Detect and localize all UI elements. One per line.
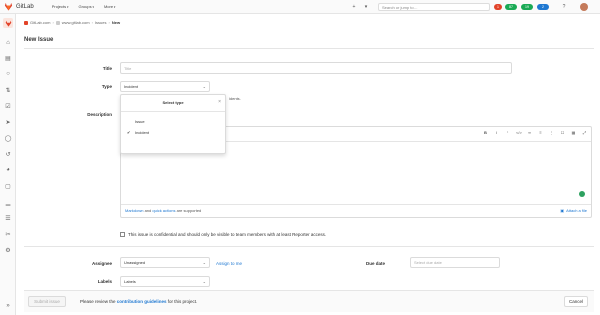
contribution-note: Please review the contribution guideline…	[80, 299, 198, 304]
table-icon[interactable]: ▦	[571, 130, 576, 135]
description-label: Description	[87, 112, 112, 117]
assignee-select[interactable]: Unassigned ⌄	[120, 257, 210, 268]
broadcast-badge[interactable]: 1	[494, 4, 502, 10]
project-sidebar: ⌂ ▤ ○ ⇅ ☑ ➤ ◯ ↺ ◕ ▢ ▁ ☰ ✂ ⚙ »	[0, 14, 16, 315]
assign-to-me-link[interactable]: Assign to me	[216, 261, 242, 266]
attach-file-button[interactable]: ▣ Attach a file	[560, 208, 587, 213]
markdown-link[interactable]: Markdown	[125, 208, 143, 213]
search-placeholder: Search or jump to…	[382, 4, 418, 10]
breadcrumb-item-issues[interactable]: Issues	[95, 20, 107, 25]
assignee-label: Assignee	[91, 261, 112, 266]
type-hint-text: idents.	[229, 96, 241, 101]
title-label: Title	[102, 66, 112, 71]
cancel-button[interactable]: Cancel	[564, 296, 588, 307]
contribution-guidelines-link[interactable]: contribution guidelines	[117, 299, 167, 304]
rocket-icon[interactable]: ➤	[4, 118, 12, 126]
breadcrumb-item-project[interactable]: www.gitlab.com	[62, 20, 90, 25]
gitlab-logo-icon	[4, 2, 13, 11]
user-avatar[interactable]	[580, 3, 588, 11]
confidential-label: This issue is confidential and should on…	[128, 232, 327, 237]
close-icon[interactable]: ×	[218, 99, 221, 105]
chevron-down-icon: ⌄	[202, 279, 206, 284]
editor-toolbar: B I “ </> ∞ ≡ ⋮ ☐ ▦ ⤢	[483, 130, 587, 135]
breadcrumb: GitLab.com › www.gitlab.com › Issues › N…	[24, 20, 120, 25]
check-icon: ✔	[127, 130, 131, 135]
repository-icon[interactable]: ▤	[4, 54, 12, 62]
paperclip-icon: ▣	[560, 208, 565, 213]
dropdown-title: Select type	[162, 100, 184, 105]
emoji-icon[interactable]	[579, 191, 585, 197]
todos-badge[interactable]: 2	[537, 4, 549, 10]
monitor-icon[interactable]: ◕	[4, 166, 12, 174]
dropdown-option-issue[interactable]: Issue	[135, 119, 145, 124]
markdown-note: Markdown and quick actions are supported	[125, 208, 202, 213]
labels-label: Labels	[97, 279, 112, 284]
title-input[interactable]: Title	[120, 62, 512, 74]
analytics-icon[interactable]: ▁	[4, 198, 12, 206]
snippets-icon[interactable]: ✂	[4, 230, 12, 238]
fullscreen-icon[interactable]: ⤢	[582, 130, 587, 135]
type-label: Type	[101, 84, 112, 89]
top-navbar: GitLab Projects Groups More + ▾ Search o…	[0, 0, 600, 14]
requirements-icon[interactable]: ☑	[4, 102, 12, 110]
collapse-sidebar-icon[interactable]: »	[4, 302, 12, 310]
type-select[interactable]: Incident ⌄	[120, 81, 210, 92]
merge-request-icon[interactable]: ⇅	[4, 86, 12, 94]
nav-groups[interactable]: Groups	[78, 4, 93, 9]
main-content: GitLab.com › www.gitlab.com › Issues › N…	[16, 14, 600, 315]
breadcrumb-item-gitlab[interactable]: GitLab.com	[30, 20, 50, 25]
chevron-down-icon: ⌄	[202, 84, 206, 89]
numbered-list-icon[interactable]: ⋮	[549, 130, 554, 135]
deployments-icon[interactable]: ↺	[4, 150, 12, 158]
submit-issue-button[interactable]: Submit issue	[28, 296, 66, 307]
type-dropdown: Select type × Issue ✔ Incident	[120, 94, 226, 154]
search-input[interactable]: Search or jump to…	[378, 3, 490, 11]
merge-requests-badge[interactable]: 19	[521, 4, 533, 10]
code-icon[interactable]: </>	[516, 130, 522, 135]
confidential-checkbox[interactable]	[120, 232, 125, 237]
chevron-down-icon: ⌄	[202, 260, 206, 265]
gitlab-logo[interactable]: GitLab	[4, 2, 34, 11]
form-footer: Submit issue Please review the contribut…	[24, 290, 594, 312]
nav-projects[interactable]: Projects	[52, 4, 69, 9]
due-date-input[interactable]: Select due date	[410, 257, 500, 268]
dropdown-divider	[121, 111, 225, 112]
package-icon[interactable]: ▢	[4, 182, 12, 190]
quick-actions-link[interactable]: quick actions	[152, 208, 175, 213]
issues-icon[interactable]: ○	[4, 70, 12, 78]
project-avatar[interactable]	[3, 18, 13, 28]
gitlab-crumb-icon	[24, 20, 28, 25]
confidential-row: This issue is confidential and should on…	[120, 232, 326, 237]
issues-badge[interactable]: 87	[505, 4, 517, 10]
wiki-icon[interactable]: ☰	[4, 214, 12, 222]
page-title: New Issue	[24, 37, 54, 43]
link-icon[interactable]: ∞	[527, 130, 532, 135]
bold-icon[interactable]: B	[483, 130, 488, 135]
settings-gear-icon[interactable]: ⚙	[4, 246, 12, 254]
home-icon[interactable]: ⌂	[4, 39, 12, 47]
due-date-label: Due date	[366, 261, 386, 266]
shield-icon[interactable]: ◯	[4, 134, 12, 142]
help-icon[interactable]: ?	[560, 3, 568, 11]
quote-icon[interactable]: “	[505, 130, 510, 135]
dropdown-option-incident[interactable]: Incident	[135, 130, 149, 135]
title-divider	[24, 48, 594, 49]
app-name: GitLab	[16, 3, 34, 10]
breadcrumb-current: New	[111, 20, 121, 25]
section-divider	[24, 246, 594, 247]
nav-more[interactable]: More	[104, 4, 115, 9]
plus-icon[interactable]: +	[350, 3, 358, 11]
labels-select[interactable]: Labels ⌄	[120, 276, 210, 287]
task-list-icon[interactable]: ☐	[560, 130, 565, 135]
project-crumb-icon	[55, 20, 60, 25]
chevron-down-icon[interactable]: ▾	[362, 3, 370, 11]
italic-icon[interactable]: I	[494, 130, 499, 135]
gitlab-project-icon	[5, 20, 11, 27]
bullet-list-icon[interactable]: ≡	[538, 130, 543, 135]
